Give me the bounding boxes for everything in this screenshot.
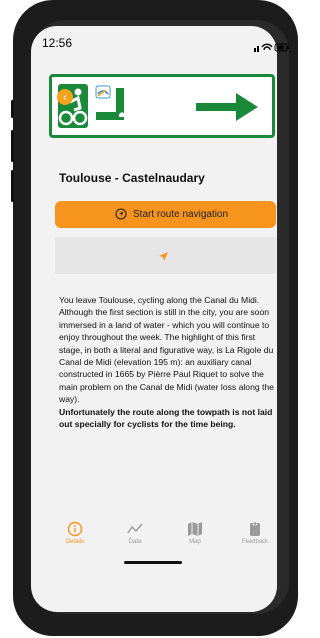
direction-arrow-icon bbox=[196, 93, 258, 121]
info-icon bbox=[67, 521, 83, 537]
chart-line-icon bbox=[127, 523, 143, 534]
clipboard-icon bbox=[250, 521, 260, 536]
mute-switch bbox=[11, 100, 14, 118]
navigation-icon bbox=[115, 208, 127, 220]
description-body: You leave Toulouse, cycling along the Ca… bbox=[59, 295, 274, 405]
tab-map[interactable]: Map bbox=[175, 519, 215, 545]
map-icon bbox=[188, 522, 202, 536]
route-title: Toulouse - Castelnaudary bbox=[59, 171, 205, 185]
tab-data[interactable]: Data bbox=[115, 519, 155, 545]
volume-up-button bbox=[11, 130, 14, 162]
signal-wifi-battery-icon bbox=[254, 43, 289, 52]
start-navigation-label: Start route navigation bbox=[133, 209, 229, 220]
volume-down-button bbox=[11, 170, 14, 202]
home-indicator bbox=[124, 561, 182, 564]
voie-verte-sign-icon bbox=[92, 84, 132, 128]
route-description: You leave Toulouse, cycling along the Ca… bbox=[59, 294, 279, 430]
location-panel[interactable] bbox=[55, 237, 276, 274]
route-sign-image bbox=[49, 74, 275, 138]
status-time: 12:56 bbox=[42, 36, 73, 50]
description-note: Unfortunately the route along the towpat… bbox=[59, 406, 273, 430]
tab-feedback[interactable]: Feedback bbox=[235, 519, 275, 545]
status-icons bbox=[254, 39, 290, 52]
location-arrow-icon bbox=[159, 252, 168, 261]
back-button[interactable]: ‹ bbox=[57, 89, 73, 105]
tab-details[interactable]: Details bbox=[55, 519, 95, 545]
bottom-tab-bar: Details Data Map Feedback bbox=[55, 519, 280, 555]
start-navigation-button[interactable]: Start route navigation bbox=[55, 201, 276, 228]
